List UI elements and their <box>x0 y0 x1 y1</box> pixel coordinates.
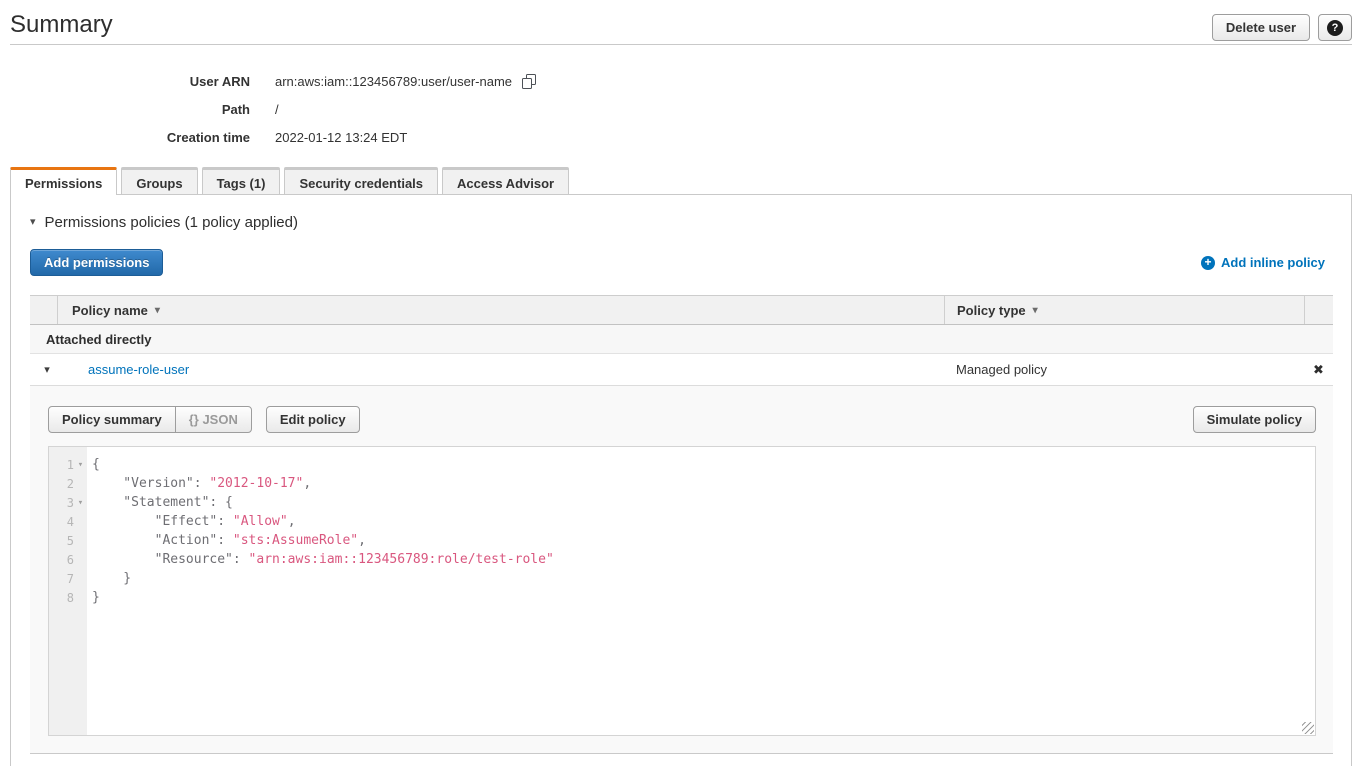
add-inline-policy-link[interactable]: + Add inline policy <box>1201 255 1325 270</box>
editor-code: { "Version": "2012-10-17", "Statement": … <box>87 447 1315 735</box>
sort-caret-icon: ▾ <box>155 305 160 316</box>
fold-caret-icon[interactable]: ▾ <box>74 460 87 470</box>
chevron-down-icon: ▾ <box>30 217 36 228</box>
editor-resize-grip[interactable] <box>1302 722 1314 734</box>
tab-security-credentials[interactable]: Security credentials <box>284 167 438 194</box>
tab-tags-1[interactable]: Tags (1) <box>202 167 281 194</box>
json-button[interactable]: {} JSON <box>175 406 252 433</box>
edit-policy-button[interactable]: Edit policy <box>266 406 360 433</box>
code-line: { <box>92 455 1315 474</box>
tab-groups[interactable]: Groups <box>121 167 197 194</box>
page-header: Summary Delete user ? <box>10 0 1352 41</box>
field-label: Path <box>10 102 250 117</box>
copy-icon[interactable] <box>520 73 537 90</box>
code-line: "Action": "sts:AssumeRole", <box>92 531 1315 550</box>
field-value: arn:aws:iam::123456789:user/user-name <box>275 72 537 90</box>
help-icon: ? <box>1327 20 1343 36</box>
policy-json-editor[interactable]: 1▾23▾45678 { "Version": "2012-10-17", "S… <box>48 446 1316 736</box>
gutter-line: 2 <box>49 474 87 493</box>
collapse-row-caret-icon[interactable]: ▾ <box>44 363 50 376</box>
code-line: "Resource": "arn:aws:iam::123456789:role… <box>92 550 1315 569</box>
fold-caret-icon[interactable]: ▾ <box>74 498 87 508</box>
tab-permissions[interactable]: Permissions <box>10 167 117 195</box>
plus-circle-icon: + <box>1201 256 1215 270</box>
policy-table: Policy name ▾ Policy type ▾ Attached dir… <box>30 295 1333 754</box>
code-line: "Effect": "Allow", <box>92 512 1315 531</box>
summary-fields: User ARN arn:aws:iam::123456789:user/user… <box>10 45 1352 165</box>
tab-bar: PermissionsGroupsTags (1)Security creden… <box>10 167 1352 195</box>
permissions-tab-panel: ▾ Permissions policies (1 policy applied… <box>10 195 1352 766</box>
actions-column-header <box>1304 296 1333 324</box>
page-title: Summary <box>10 12 113 38</box>
add-permissions-button[interactable]: Add permissions <box>30 249 163 276</box>
field-value: / <box>275 102 279 117</box>
gutter-line: 5 <box>49 531 87 550</box>
column-header-policy-type[interactable]: Policy type ▾ <box>957 303 1038 318</box>
policy-table-header: Policy name ▾ Policy type ▾ <box>30 295 1333 325</box>
field-value: 2022-01-12 13:24 EDT <box>275 130 407 145</box>
policy-table-row: ▾ assume-role-user Managed policy ✖ <box>30 354 1333 386</box>
field-row: Creation time 2022-01-12 13:24 EDT <box>10 123 1352 151</box>
field-row: Path / <box>10 95 1352 123</box>
code-line: "Version": "2012-10-17", <box>92 474 1315 493</box>
sort-caret-icon: ▾ <box>1033 305 1038 316</box>
tab-access-advisor[interactable]: Access Advisor <box>442 167 569 194</box>
group-row-label: Attached directly <box>46 332 151 347</box>
gutter-line: 7 <box>49 569 87 588</box>
code-line: } <box>92 588 1315 607</box>
permissions-policies-toggle[interactable]: ▾ Permissions policies (1 policy applied… <box>30 214 1333 231</box>
delete-user-button[interactable]: Delete user <box>1212 14 1310 41</box>
code-line: } <box>92 569 1315 588</box>
help-button[interactable]: ? <box>1318 14 1352 41</box>
field-label: User ARN <box>10 74 250 89</box>
policy-summary-button[interactable]: Policy summary <box>48 406 176 433</box>
policy-type-value: Managed policy <box>956 362 1047 377</box>
gutter-line: 3▾ <box>49 493 87 512</box>
code-line: "Statement": { <box>92 493 1315 512</box>
simulate-policy-button[interactable]: Simulate policy <box>1193 406 1316 433</box>
gutter-line: 6 <box>49 550 87 569</box>
policy-name-link[interactable]: assume-role-user <box>72 362 189 377</box>
detach-policy-icon[interactable]: ✖ <box>1313 362 1324 378</box>
add-inline-policy-label: Add inline policy <box>1221 255 1325 270</box>
column-header-policy-name[interactable]: Policy name ▾ <box>72 303 160 318</box>
policy-detail-panel: Policy summary {} JSON Edit policy Simul… <box>30 386 1333 754</box>
editor-gutter: 1▾23▾45678 <box>49 447 87 735</box>
gutter-line: 8 <box>49 588 87 607</box>
gutter-line: 4 <box>49 512 87 531</box>
field-row: User ARN arn:aws:iam::123456789:user/user… <box>10 67 1352 95</box>
section-title: Permissions policies (1 policy applied) <box>45 214 298 231</box>
expand-column-header <box>30 296 58 324</box>
table-group-row: Attached directly <box>30 325 1333 354</box>
gutter-line: 1▾ <box>49 455 87 474</box>
field-label: Creation time <box>10 130 250 145</box>
